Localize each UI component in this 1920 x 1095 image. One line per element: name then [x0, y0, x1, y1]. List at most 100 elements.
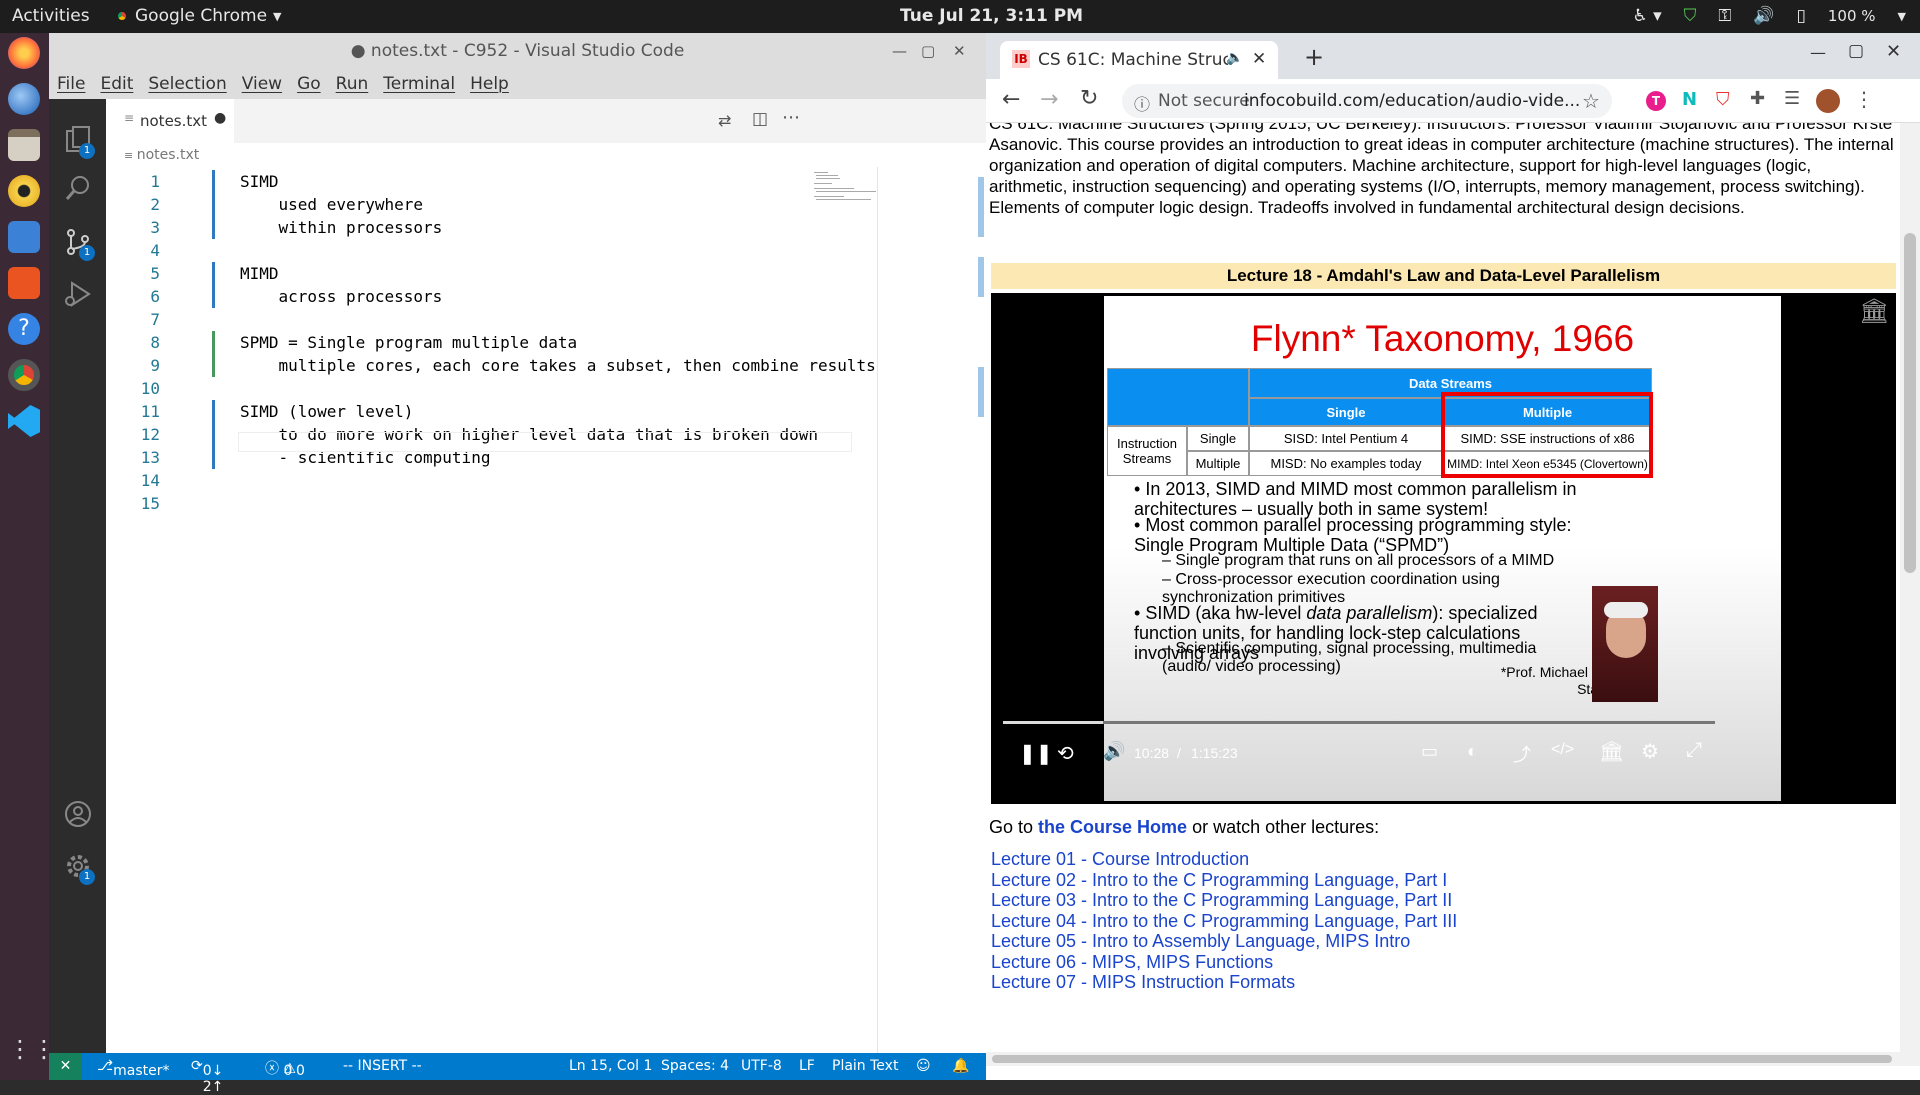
fullscreen-icon[interactable]: ⤢ — [1686, 739, 1702, 762]
lecture-link[interactable]: Lecture 02 - Intro to the C Programming … — [991, 870, 1447, 891]
page-scrollbar[interactable] — [1900, 123, 1920, 1066]
network-icon[interactable]: ⚿ — [1718, 6, 1731, 26]
extension-n-icon[interactable]: N — [1682, 89, 1697, 110]
writer-icon[interactable] — [8, 221, 40, 253]
close-button[interactable]: ✕ — [953, 33, 966, 69]
volume-icon[interactable]: 🔊 — [1103, 741, 1125, 762]
info-icon[interactable]: ⓘ — [1134, 91, 1150, 115]
video-player[interactable]: 🏛 Flynn* Taxonomy, 1966 Data Streams Sin… — [991, 293, 1896, 804]
loop-icon[interactable]: ⟲ — [1057, 741, 1074, 766]
not-secure-label[interactable]: Not secure — [1158, 91, 1250, 111]
airplay-icon[interactable]: ▭ — [1421, 741, 1438, 762]
breadcrumb-file[interactable]: notes.txt — [137, 147, 200, 163]
embed-icon[interactable]: </> — [1551, 741, 1574, 759]
eol[interactable]: LF — [799, 1058, 815, 1074]
code-line[interactable]: 5 MIMD — [106, 262, 946, 285]
chevron-down-icon[interactable]: ▼ — [1898, 10, 1906, 23]
progress-track[interactable] — [1003, 721, 1715, 724]
text-editor[interactable]: 1 SIMD 2 used everywhere 3 within processor… — [106, 167, 986, 1053]
breadcrumb[interactable]: ≡ notes.txt — [106, 143, 986, 167]
share-icon[interactable]: ⤴ — [1513, 741, 1531, 767]
forward-arrow-icon[interactable]: → — [1040, 87, 1058, 112]
page-hscrollbar[interactable] — [986, 1052, 1900, 1066]
indentation[interactable]: Spaces: 4 — [661, 1058, 729, 1074]
captions-toggle-icon[interactable]: ◐ — [1467, 741, 1478, 762]
more-actions-icon[interactable]: ⋯ — [782, 107, 800, 128]
menu-edit[interactable]: Edit — [100, 74, 133, 94]
code-line[interactable]: 15 — [106, 492, 946, 515]
clock[interactable]: Tue Jul 21, 3:11 PM — [900, 6, 1083, 26]
minimize-button[interactable]: — — [1810, 43, 1826, 62]
menu-terminal[interactable]: Terminal — [383, 74, 455, 94]
lecture-link[interactable]: Lecture 04 - Intro to the C Programming … — [991, 911, 1457, 932]
thunderbird-icon[interactable] — [8, 83, 40, 115]
sync-status[interactable]: ⟳ 0↓ 2↑ — [191, 1058, 223, 1095]
explorer-icon[interactable]: 1 — [63, 125, 95, 159]
menu-run[interactable]: Run — [336, 74, 369, 94]
code-line[interactable]: 7 — [106, 308, 946, 331]
account-icon[interactable] — [63, 799, 93, 829]
compare-changes-icon[interactable]: ⇄ — [718, 111, 731, 130]
menu-go[interactable]: Go — [297, 74, 321, 94]
code-line[interactable]: 8 SPMD = Single program multiple data — [106, 331, 946, 354]
problems-status[interactable]: ⓧ 0 ⚠ 0 — [265, 1058, 305, 1079]
vscode-icon[interactable] — [8, 405, 40, 437]
software-center-icon[interactable] — [8, 267, 40, 299]
unsaved-dot-icon[interactable]: ● — [214, 110, 226, 126]
tab-cs61c[interactable]: IB CS 61C: Machine Struc 🔈 ✕ — [1000, 41, 1278, 79]
chrome-dock-icon[interactable] — [8, 359, 40, 391]
play-pause-icon[interactable]: ❚❚ — [1019, 741, 1053, 766]
activities-button[interactable]: Activities — [12, 6, 90, 26]
search-icon[interactable] — [63, 173, 93, 203]
scrollbar-thumb[interactable] — [1904, 233, 1916, 573]
extensions-puzzle-icon[interactable]: ✚ — [1750, 88, 1765, 109]
run-debug-icon[interactable] — [63, 279, 93, 309]
code-line[interactable]: 14 — [106, 469, 946, 492]
extension-shield-icon[interactable]: ⛉ — [1716, 89, 1730, 110]
firefox-icon[interactable] — [8, 37, 40, 69]
accessibility-icon[interactable]: ♿ ▾ — [1632, 6, 1661, 26]
settings-gear-icon[interactable]: ⚙ — [1641, 739, 1659, 764]
back-arrow-icon[interactable]: ← — [1002, 87, 1020, 112]
help-icon[interactable]: ? — [8, 313, 40, 345]
split-editor-icon[interactable]: ◫ — [752, 109, 768, 129]
code-line[interactable]: 6 across processors — [106, 285, 946, 308]
reading-list-icon[interactable]: ☰ — [1784, 88, 1800, 109]
system-tray[interactable]: ♿ ▾ ⛉ ⚿ 🔊 ▯ 100 % ▼ — [1632, 6, 1906, 26]
notifications-bell-icon[interactable]: 🔔 — [952, 1058, 969, 1074]
shield-icon[interactable]: ⛉ — [1684, 6, 1697, 26]
show-apps-icon[interactable]: ⋮⋮⋮ — [8, 1033, 80, 1065]
url-text[interactable]: infocobuild.com/education/audio-vide... — [1244, 91, 1580, 111]
address-bar[interactable]: ⓘ Not secure infocobuild.com/education/a… — [1122, 84, 1612, 118]
feedback-icon[interactable]: ☺ — [916, 1058, 931, 1074]
minimap[interactable] — [814, 167, 876, 200]
cursor-position[interactable]: Ln 15, Col 1 — [569, 1058, 652, 1074]
lecture-link[interactable]: Lecture 06 - MIPS, MIPS Functions — [991, 952, 1273, 973]
reload-icon[interactable]: ↻ — [1080, 86, 1098, 111]
maximize-button[interactable]: ▢ — [1848, 41, 1864, 61]
course-home-link[interactable]: the Course Home — [1038, 817, 1187, 837]
lecture-link[interactable]: Lecture 01 - Course Introduction — [991, 849, 1249, 870]
new-tab-button[interactable]: + — [1304, 43, 1324, 71]
lecture-link[interactable]: Lecture 03 - Intro to the C Programming … — [991, 890, 1452, 911]
lecture-link[interactable]: Lecture 07 - MIPS Instruction Formats — [991, 972, 1295, 993]
battery-icon[interactable]: ▯ — [1797, 6, 1806, 26]
code-line[interactable]: 3 within processors — [106, 216, 946, 239]
minimize-button[interactable]: — — [892, 33, 907, 69]
language-mode[interactable]: Plain Text — [832, 1058, 898, 1074]
close-button[interactable]: ✕ — [1886, 41, 1901, 62]
lecture-link[interactable]: Lecture 05 - Intro to Assembly Language,… — [991, 931, 1410, 952]
branch-status[interactable]: ⎇ master* — [97, 1058, 170, 1079]
profile-avatar[interactable] — [1816, 89, 1840, 113]
menu-view[interactable]: View — [242, 74, 282, 94]
volume-icon[interactable]: 🔊 — [1753, 6, 1774, 26]
maximize-button[interactable]: ▢ — [921, 33, 935, 69]
bookmark-star-icon[interactable]: ☆ — [1582, 89, 1600, 113]
code-line[interactable]: 11 SIMD (lower level) — [106, 400, 946, 423]
encoding[interactable]: UTF-8 — [741, 1058, 782, 1074]
source-control-icon[interactable]: 1 — [63, 227, 95, 261]
app-menu[interactable]: Google Chrome ▼ — [115, 6, 282, 26]
video-controls[interactable]: ❚❚ ⟲ 🔊 10:28 / 1:15:23 ▭ ◐ ⤴ </> 🏛 ⚙ ⤢ — [991, 693, 1896, 804]
archive-logo-icon[interactable]: 🏛 — [1859, 297, 1889, 326]
code-line[interactable]: 9 multiple cores, each core takes a subs… — [106, 354, 946, 377]
